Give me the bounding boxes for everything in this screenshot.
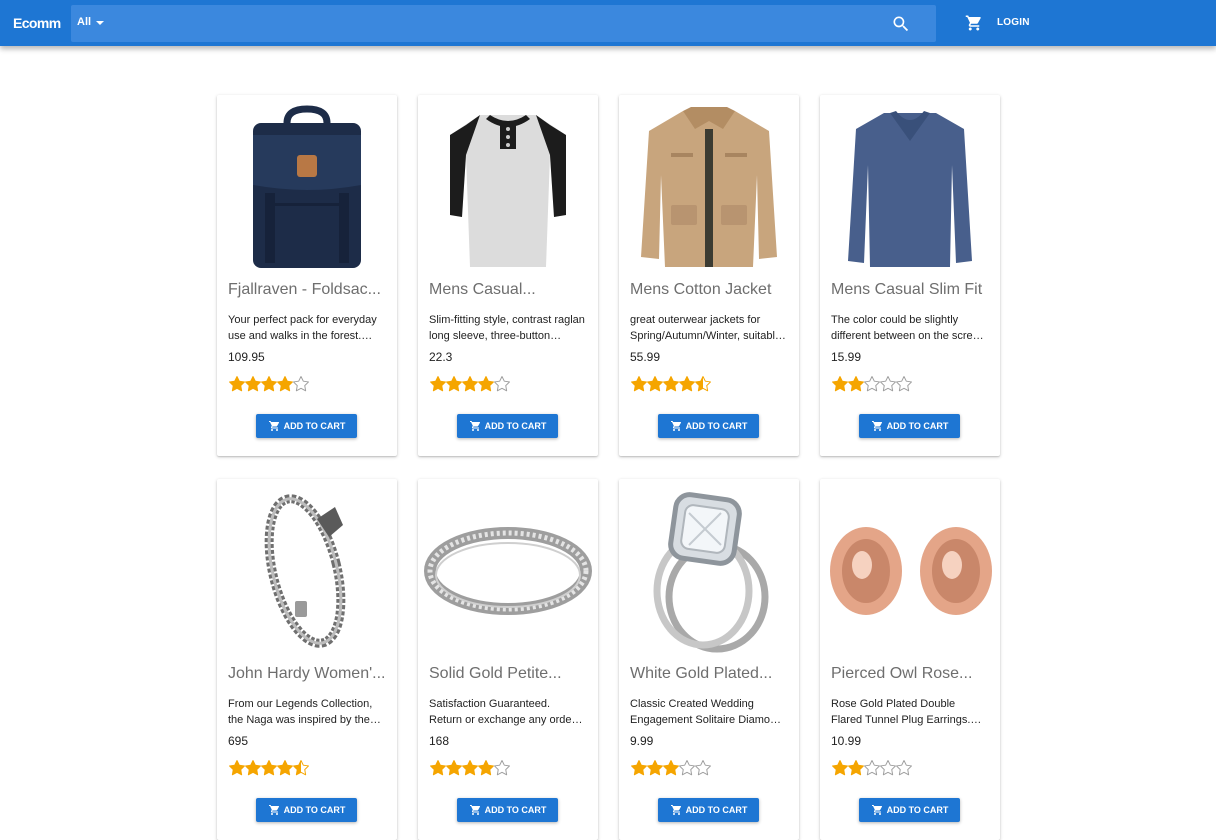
tunnel-plugs-image: [830, 527, 992, 615]
silver-band-image: [424, 527, 592, 615]
star-empty-icon: [896, 760, 912, 776]
shopping-cart-icon[interactable]: [964, 14, 984, 32]
product-rating: [228, 759, 309, 777]
shopping-cart-icon: [871, 421, 882, 431]
product-title[interactable]: Mens Cotton Jacket: [630, 281, 790, 299]
star-empty-icon: [494, 376, 510, 392]
product-card[interactable]: John Hardy Women'... From our Legends Co…: [217, 479, 397, 840]
shopping-cart-icon: [670, 421, 681, 431]
product-card[interactable]: Solid Gold Petite... Satisfaction Guaran…: [418, 479, 598, 840]
product-card[interactable]: White Gold Plated... Classic Created Wed…: [619, 479, 799, 840]
add-to-cart-label: ADD TO CART: [283, 805, 346, 815]
product-description: Satisfaction Guaranteed. Return or excha…: [429, 698, 576, 726]
product-image[interactable]: [619, 95, 799, 275]
shopping-cart-icon: [871, 805, 882, 815]
add-to-cart-button[interactable]: ADD TO CART: [256, 414, 357, 438]
product-card[interactable]: Pierced Owl Rose... Rose Gold Plated Dou…: [820, 479, 1000, 840]
product-price: 10.99: [831, 734, 862, 748]
product-image[interactable]: [619, 479, 799, 659]
product-price: 22.3: [429, 350, 453, 364]
add-to-cart-button[interactable]: ADD TO CART: [658, 798, 759, 822]
add-to-cart-label: ADD TO CART: [484, 421, 547, 431]
product-grid: Fjallraven - Foldsac... Your perfect pac…: [217, 95, 1002, 840]
product-title[interactable]: Pierced Owl Rose...: [831, 665, 991, 683]
product-rating: [831, 759, 912, 777]
product-description: Rose Gold Plated Double Flared Tunnel Pl…: [831, 698, 971, 726]
add-to-cart-button[interactable]: ADD TO CART: [859, 414, 960, 438]
product-price: 9.99: [630, 734, 654, 748]
product-description: Your perfect pack for everyday use and w…: [228, 314, 377, 342]
caret-down-icon: [96, 20, 105, 25]
star-half-icon: [695, 376, 711, 392]
product-card[interactable]: Mens Casual... Slim-fitting style, contr…: [418, 95, 598, 456]
search-input[interactable]: [115, 12, 879, 38]
product-image[interactable]: [820, 479, 1000, 659]
shopping-cart-icon: [670, 805, 681, 815]
diamond-ring-image: [653, 492, 769, 653]
search-bar: All: [71, 5, 936, 42]
product-rating: [630, 759, 711, 777]
product-card[interactable]: Fjallraven - Foldsac... Your perfect pac…: [217, 95, 397, 456]
category-value: All: [77, 16, 92, 28]
search-icon[interactable]: [891, 14, 911, 34]
product-title[interactable]: Mens Casual Slim Fit: [831, 281, 991, 299]
product-card[interactable]: Mens Casual Slim Fit The color could be …: [820, 95, 1000, 456]
product-card[interactable]: Mens Cotton Jacket great outerwear jacke…: [619, 95, 799, 456]
product-description: great outerwear jackets for Spring/Autum…: [630, 314, 782, 342]
star-empty-icon: [293, 376, 309, 392]
add-to-cart-label: ADD TO CART: [484, 805, 547, 815]
add-to-cart-label: ADD TO CART: [886, 805, 949, 815]
product-description: From our Legends Collection, the Naga wa…: [228, 698, 373, 726]
shopping-cart-icon: [469, 805, 480, 815]
add-to-cart-button[interactable]: ADD TO CART: [256, 798, 357, 822]
add-to-cart-button[interactable]: ADD TO CART: [658, 414, 759, 438]
product-title[interactable]: Mens Casual...: [429, 281, 589, 299]
add-to-cart-label: ADD TO CART: [685, 421, 748, 431]
product-description: Slim-fitting style, contrast raglan long…: [429, 314, 585, 342]
shopping-cart-icon: [268, 421, 279, 431]
product-rating: [228, 375, 309, 393]
star-empty-icon: [896, 376, 912, 392]
product-image[interactable]: [418, 479, 598, 659]
product-price: 109.95: [228, 350, 265, 364]
product-image[interactable]: [217, 479, 397, 659]
product-image[interactable]: [217, 95, 397, 275]
product-price: 55.99: [630, 350, 661, 364]
brand-logo[interactable]: Ecomm: [13, 15, 61, 31]
product-title[interactable]: John Hardy Women'...: [228, 665, 388, 683]
product-rating: [831, 375, 912, 393]
product-title[interactable]: Fjallraven - Foldsac...: [228, 281, 388, 299]
shopping-cart-icon: [469, 421, 480, 431]
add-to-cart-label: ADD TO CART: [886, 421, 949, 431]
star-half-icon: [293, 760, 309, 776]
slim-fit-tee-image: [848, 111, 972, 267]
add-to-cart-label: ADD TO CART: [283, 421, 346, 431]
product-price: 168: [429, 734, 450, 748]
add-to-cart-button[interactable]: ADD TO CART: [859, 798, 960, 822]
product-rating: [429, 375, 510, 393]
add-to-cart-label: ADD TO CART: [685, 805, 748, 815]
cotton-jacket-image: [641, 107, 777, 267]
backpack-image: [253, 105, 361, 268]
product-image[interactable]: [820, 95, 1000, 275]
app-bar: Ecomm All LOGIN: [0, 0, 1216, 46]
add-to-cart-button[interactable]: ADD TO CART: [457, 414, 558, 438]
product-title[interactable]: Solid Gold Petite...: [429, 665, 589, 683]
product-rating: [630, 375, 711, 393]
product-rating: [429, 759, 510, 777]
add-to-cart-button[interactable]: ADD TO CART: [457, 798, 558, 822]
product-description: Classic Created Wedding Engagement Solit…: [630, 698, 783, 726]
login-button[interactable]: LOGIN: [997, 17, 1030, 28]
raglan-tee-image: [450, 115, 566, 267]
product-description: The color could be slightly different be…: [831, 314, 985, 342]
star-empty-icon: [494, 760, 510, 776]
product-price: 695: [228, 734, 249, 748]
star-empty-icon: [695, 760, 711, 776]
shopping-cart-icon: [268, 805, 279, 815]
chain-bracelet-image: [264, 494, 346, 648]
product-price: 15.99: [831, 350, 862, 364]
product-title[interactable]: White Gold Plated...: [630, 665, 790, 683]
category-select[interactable]: All: [77, 16, 105, 28]
product-image[interactable]: [418, 95, 598, 275]
